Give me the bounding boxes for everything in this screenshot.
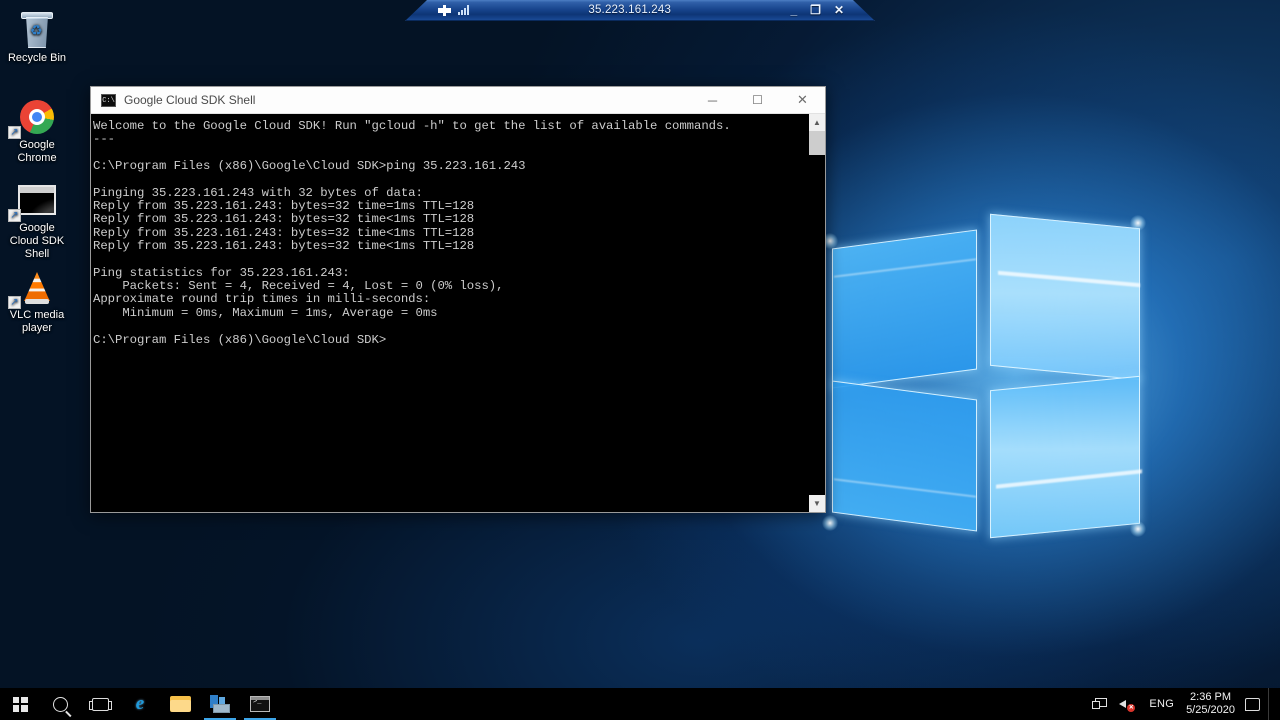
shortcut-arrow-icon: ↗ [8,209,21,222]
taskbar-command-prompt[interactable] [240,688,280,720]
show-desktop-button[interactable] [1268,688,1276,720]
taskbar[interactable]: e ✕ ENG 2:36 PM 5/25/2020 [0,688,1280,720]
window-close-button[interactable]: ✕ [780,87,825,114]
wallpaper-sparkle [1130,521,1146,537]
desktop-icon-label: Recycle Bin [7,52,67,64]
wallpaper-pane-bottom-right [990,375,1140,539]
wallpaper-pane-bottom-left [832,380,977,532]
terminal-scrollbar[interactable]: ▲ ▼ [808,114,825,512]
internet-explorer-icon: e [135,693,145,714]
rdp-session-title: 35.223.161.243 [588,4,672,16]
start-button[interactable] [0,688,40,720]
taskbar-file-explorer[interactable] [160,688,200,720]
rdp-close-button[interactable]: ✕ [834,4,844,16]
command-prompt-icon [250,696,270,712]
pushpin-icon[interactable] [438,5,451,16]
mute-badge-icon: ✕ [1127,703,1136,712]
desktop-icon-label: Google Cloud SDK Shell [9,222,65,260]
search-button[interactable] [40,688,80,720]
taskbar-server-manager[interactable] [200,688,240,720]
google-cloud-sdk-shell-icon: ↗ [0,178,74,222]
rdp-restore-button[interactable]: ❐ [810,4,821,16]
task-view-icon [88,697,112,711]
wallpaper-pane-top-right [990,213,1140,381]
clock[interactable]: 2:36 PM 5/25/2020 [1182,691,1245,717]
desktop-icon-recycle-bin[interactable]: ♻ Recycle Bin [0,8,74,65]
window-maximize-button[interactable]: ☐ [735,87,780,114]
search-icon [52,696,68,712]
clock-date: 5/25/2020 [1186,704,1235,716]
windows-hero-wallpaper-logo [820,213,1160,539]
desktop-icon-label: VLC media player [9,309,65,334]
task-view-button[interactable] [80,688,120,720]
folder-icon [169,696,191,712]
window-minimize-button[interactable]: ─ [690,87,735,114]
google-chrome-icon: ↗ [0,95,74,139]
window-title-bar[interactable]: C:\ Google Cloud SDK Shell ─ ☐ ✕ [91,87,825,114]
network-monitor-icon[interactable] [1086,688,1113,720]
wallpaper-pane-top-left [832,229,977,389]
google-cloud-sdk-shell-window[interactable]: C:\ Google Cloud SDK Shell ─ ☐ ✕ Welcome… [90,86,826,513]
scrollbar-up-arrow[interactable]: ▲ [809,114,825,131]
taskbar-internet-explorer[interactable]: e [120,688,160,720]
speaker-muted-icon[interactable]: ✕ [1113,688,1141,720]
recycle-bin-icon: ♻ [0,8,74,52]
terminal-output[interactable]: Welcome to the Google Cloud SDK! Run "gc… [91,114,808,512]
desktop-icon-google-cloud-sdk-shell[interactable]: ↗ Google Cloud SDK Shell [0,178,74,261]
action-center-icon[interactable] [1245,697,1260,711]
language-indicator[interactable]: ENG [1141,698,1182,710]
windows-logo-icon [12,696,28,712]
desktop-icon-google-chrome[interactable]: ↗ Google Chrome [0,95,74,165]
window-title: Google Cloud SDK Shell [124,93,256,107]
clock-time: 2:36 PM [1190,691,1232,703]
shortcut-arrow-icon: ↗ [8,126,21,139]
desktop-icon-vlc-media-player[interactable]: ↗ VLC media player [0,265,74,335]
system-tray[interactable]: ✕ ENG 2:36 PM 5/25/2020 [1086,688,1280,720]
console-icon: C:\ [101,93,116,107]
scrollbar-down-arrow[interactable]: ▼ [809,495,825,512]
scrollbar-thumb[interactable] [809,131,825,155]
shortcut-arrow-icon: ↗ [8,296,21,309]
rdp-connection-bar[interactable]: 35.223.161.243 _ ❐ ✕ [405,0,875,21]
desktop-icon-label: Google Chrome [17,139,57,164]
scrollbar-track[interactable] [809,131,825,495]
vlc-cone-icon: ↗ [0,265,74,309]
wallpaper-sparkle [822,515,838,531]
server-manager-icon [210,695,230,713]
signal-bars-icon [458,5,469,15]
rdp-minimize-button[interactable]: _ [790,4,797,16]
wallpaper-sparkle [1130,215,1146,231]
